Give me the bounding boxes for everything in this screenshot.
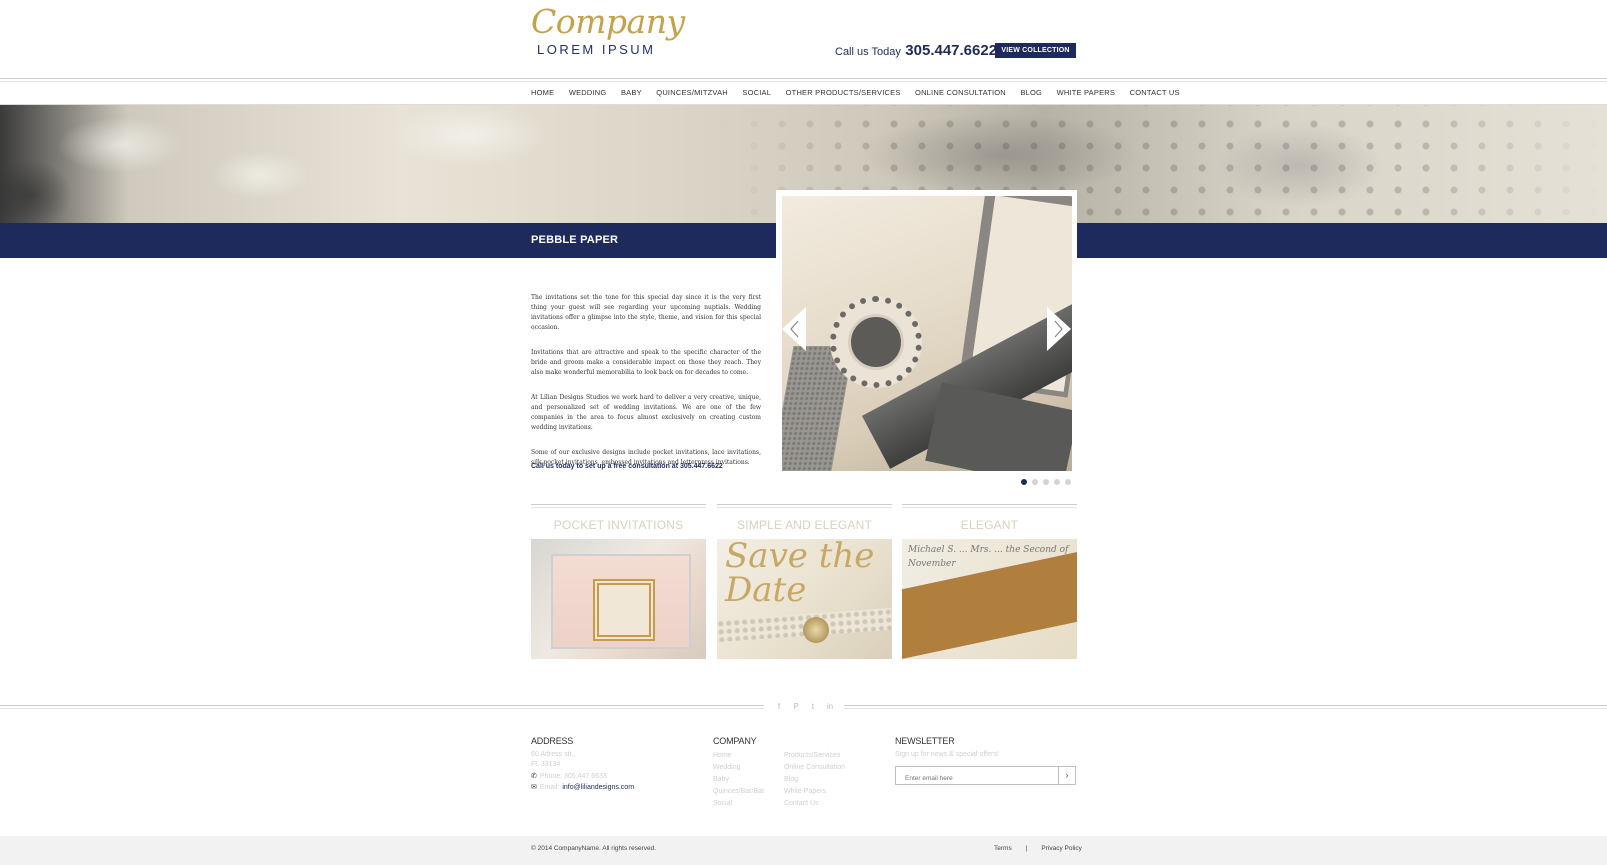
newsletter-form: › bbox=[895, 766, 1076, 787]
nav-item-blog[interactable]: BLOG bbox=[1020, 87, 1042, 99]
bottom-bar bbox=[0, 836, 1607, 865]
slide-monogram-center bbox=[848, 314, 904, 370]
company-heading: COMPANY bbox=[713, 736, 757, 746]
linkedin-icon[interactable]: in bbox=[826, 702, 834, 711]
feature-divider bbox=[717, 504, 892, 508]
nav-item-white-papers[interactable]: WHITE PAPERS bbox=[1057, 87, 1116, 99]
call-us: Call us Today 305.447.6622 bbox=[835, 42, 997, 60]
slider-dot[interactable] bbox=[1043, 479, 1049, 485]
phone-icon: ✆ bbox=[531, 773, 537, 780]
feature-elegant[interactable]: ELEGANT Michael S. ... Mrs. ... the Seco… bbox=[902, 504, 1077, 659]
gold-frame-tag bbox=[593, 579, 655, 641]
privacy-policy-link[interactable]: Privacy Policy bbox=[1041, 845, 1081, 852]
slider-dot[interactable] bbox=[1032, 479, 1038, 485]
feature-image[interactable]: Michael S. ... Mrs. ... the Second of No… bbox=[902, 539, 1077, 659]
footer-address: ADDRESS 60 Adress str., FL 33134 ✆ Phone… bbox=[531, 736, 634, 793]
twitter-icon[interactable]: t bbox=[809, 702, 817, 711]
slider-dot[interactable] bbox=[1065, 479, 1071, 485]
slider-dot[interactable] bbox=[1054, 479, 1060, 485]
header-phone[interactable]: 305.447.6622 bbox=[905, 42, 997, 59]
footer-link[interactable]: Baby bbox=[713, 774, 764, 786]
nav-item-baby[interactable]: BABY bbox=[621, 87, 642, 99]
facebook-icon[interactable]: f bbox=[775, 702, 783, 711]
site-header: Company LOREM IPSUM Call us Today 305.44… bbox=[0, 0, 1607, 80]
footer-link[interactable]: Products/Services bbox=[784, 750, 845, 762]
feature-title[interactable]: ELEGANT bbox=[902, 518, 1077, 532]
paragraph: The invitations set the tone for this sp… bbox=[531, 294, 761, 331]
footer-link[interactable]: Online Consultation bbox=[784, 762, 845, 774]
slider-prev-arrow-icon[interactable] bbox=[782, 307, 806, 351]
footer-link[interactable]: Contact Us bbox=[784, 798, 845, 810]
slider-dot[interactable] bbox=[1021, 479, 1027, 485]
slider-next-arrow-icon[interactable] bbox=[1047, 307, 1071, 351]
feature-title[interactable]: POCKET INVITATIONS bbox=[531, 518, 706, 532]
feature-image[interactable]: Save the Date bbox=[717, 539, 892, 659]
envelope-icon: ✉ bbox=[531, 784, 537, 791]
footer-link[interactable]: Home bbox=[713, 750, 764, 762]
feature-simple-and-elegant[interactable]: SIMPLE AND ELEGANT Save the Date bbox=[717, 504, 892, 659]
email-link[interactable]: info@liliandesigns.com bbox=[562, 782, 634, 793]
newsletter-subtitle: Sign up for news & special offers! bbox=[895, 751, 999, 758]
paragraph: Invitations that are attractive and spea… bbox=[531, 349, 761, 376]
address-line: 60 Adress str., bbox=[531, 751, 576, 758]
newsletter-submit-button[interactable]: › bbox=[1058, 767, 1075, 784]
save-date-script: Save the Date bbox=[725, 539, 875, 610]
pinterest-icon[interactable]: P bbox=[792, 702, 800, 711]
legal-links: Terms | Privacy Policy bbox=[994, 845, 1082, 852]
feature-divider bbox=[531, 504, 706, 508]
nav-item-online-consultation[interactable]: ONLINE CONSULTATION bbox=[915, 87, 1006, 99]
footer-link[interactable]: Blog bbox=[784, 774, 845, 786]
feature-image[interactable] bbox=[531, 539, 706, 659]
logo[interactable]: Company LOREM IPSUM bbox=[531, 2, 685, 58]
nav-item-social[interactable]: SOCIAL bbox=[742, 87, 771, 99]
footer-phone-row: ✆ Phone: 305.447.6633 bbox=[531, 771, 634, 782]
footer-newsletter: NEWSLETTER Sign up for news & special of… bbox=[895, 736, 999, 760]
footer-phone: Phone: 305.447.6633 bbox=[539, 773, 607, 780]
page-title: PEBBLE PAPER bbox=[531, 234, 619, 246]
footer-email-row: ✉ Email: info@liliandesigns.com bbox=[531, 782, 634, 793]
nav-item-wedding[interactable]: WEDDING bbox=[569, 87, 607, 99]
slide-image bbox=[782, 196, 1072, 471]
nav-item-quinces[interactable]: QUINCES/MITZVAH bbox=[656, 87, 728, 99]
consultation-cta[interactable]: Call us today to set up a free consultat… bbox=[531, 463, 723, 470]
nav-item-contact-us[interactable]: CONTACT US bbox=[1130, 87, 1180, 99]
address-heading: ADDRESS bbox=[531, 736, 574, 746]
paragraph: At Lilian Designs Studios we work hard t… bbox=[531, 394, 761, 431]
footer-link[interactable]: Wedding bbox=[713, 762, 764, 774]
address-line: FL 33134 bbox=[531, 760, 561, 768]
newsletter-email-input[interactable] bbox=[896, 770, 1056, 787]
logo-subtitle: LOREM IPSUM bbox=[537, 42, 656, 57]
call-us-label: Call us Today bbox=[835, 46, 901, 58]
email-label: Email: bbox=[539, 784, 560, 791]
footer-link[interactable]: White Papers bbox=[784, 786, 845, 798]
brooch bbox=[803, 617, 829, 643]
footer-link[interactable]: Social bbox=[713, 798, 764, 810]
footer-divider-right bbox=[844, 705, 1607, 709]
copyright: © 2014 CompanyName. All rights reserved. bbox=[531, 845, 657, 852]
legal-divider: | bbox=[1025, 845, 1028, 852]
company-links: Home Wedding Baby Quinces/Bar/Bat Social… bbox=[713, 750, 845, 810]
feature-pocket-invitations[interactable]: POCKET INVITATIONS bbox=[531, 504, 706, 659]
footer-divider-left bbox=[0, 705, 764, 709]
nav-item-home[interactable]: HOME bbox=[531, 87, 554, 99]
slider-pagination bbox=[1021, 479, 1071, 485]
footer-link[interactable]: Quinces/Bar/Bat bbox=[713, 786, 764, 798]
social-links: f P t in bbox=[775, 702, 834, 711]
newsletter-heading: NEWSLETTER bbox=[895, 736, 955, 746]
feature-title[interactable]: SIMPLE AND ELEGANT bbox=[717, 518, 892, 532]
intro-text: The invitations set the tone for this sp… bbox=[531, 293, 761, 483]
logo-script: Company bbox=[531, 2, 685, 41]
footer-company: COMPANY Home Wedding Baby Quinces/Bar/Ba… bbox=[713, 736, 845, 810]
slide-ribbon-knot bbox=[925, 382, 1072, 471]
header-divider bbox=[0, 78, 1607, 82]
terms-link[interactable]: Terms bbox=[994, 845, 1012, 852]
feature-divider bbox=[902, 504, 1077, 508]
view-collection-button[interactable]: VIEW COLLECTION bbox=[995, 43, 1076, 58]
main-nav: HOME WEDDING BABY QUINCES/MITZVAH SOCIAL… bbox=[531, 87, 1194, 99]
nav-item-other-products[interactable]: OTHER PRODUCTS/SERVICES bbox=[786, 87, 901, 99]
